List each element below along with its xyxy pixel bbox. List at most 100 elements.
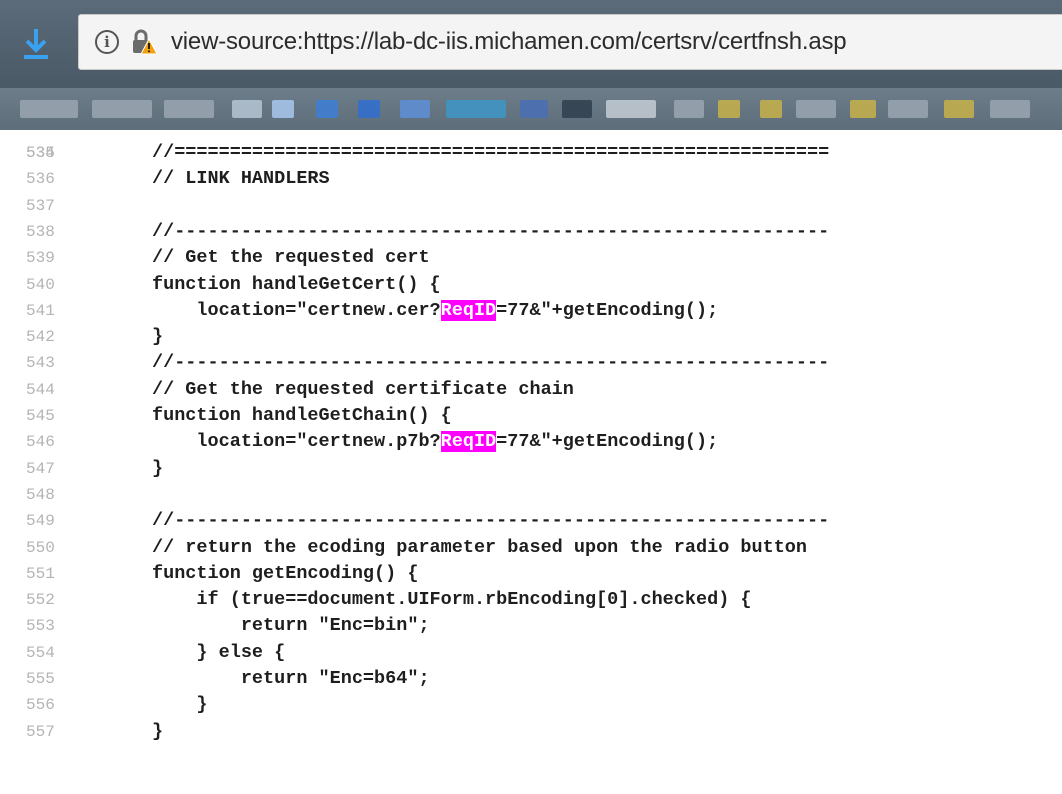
source-code: return "Enc=bin"; (152, 615, 430, 637)
line-number: 546 (26, 433, 55, 452)
line-number: 547 (26, 459, 55, 478)
source-line: 556 } (0, 692, 1062, 718)
source-code: } (152, 457, 164, 479)
source-line: 542} (0, 324, 1062, 350)
source-code: // LINK HANDLERS (152, 168, 330, 190)
line-number: 557 (26, 722, 55, 741)
source-code: if (true==document.UIForm.rbEncoding[0].… (152, 589, 752, 611)
browser-toolbar: i view-source:https://lab-dc-iis.michame… (0, 0, 1062, 88)
source-line: 549 //-----------------------------------… (0, 508, 1062, 534)
bookmark-item[interactable] (850, 100, 876, 118)
source-line: 535 //===================================… (0, 140, 1062, 166)
line-number: 545 (26, 407, 55, 425)
source-line: 541 location="certnew.cer?ReqID=77&"+get… (0, 298, 1062, 324)
search-highlight: ReqID (440, 431, 497, 453)
line-number: 542 (26, 328, 55, 347)
source-line: 551 function getEncoding() { (0, 561, 1062, 587)
source-line: 534 (0, 130, 1062, 162)
bookmark-item[interactable] (796, 100, 836, 118)
line-number: 535 (26, 144, 55, 162)
line-number: 548 (26, 485, 55, 504)
bookmark-item[interactable] (272, 100, 294, 118)
source-line: 545 function handleGetChain() { (0, 403, 1062, 429)
page-source-view: 534 535 //===============================… (0, 130, 1062, 794)
bookmark-item[interactable] (606, 100, 656, 118)
source-line: 546 location="certnew.p7b?ReqID=77&"+get… (0, 429, 1062, 455)
source-code: } (152, 326, 164, 348)
source-line: 548 (0, 482, 1062, 508)
bookmark-item[interactable] (888, 100, 928, 118)
source-line: 553 return "Enc=bin"; (0, 613, 1062, 639)
source-code: // Get the requested cert (152, 247, 430, 269)
source-code: } (152, 720, 164, 742)
insecure-lock-warning-icon[interactable] (129, 28, 157, 56)
line-number: 550 (26, 538, 55, 557)
source-code: //--------------------------------------… (152, 220, 830, 242)
line-number: 538 (26, 222, 55, 241)
line-number: 551 (26, 564, 55, 583)
bookmark-item[interactable] (520, 100, 548, 118)
source-line: 540 function handleGetCert() { (0, 272, 1062, 298)
bookmark-item[interactable] (562, 100, 592, 118)
bookmark-item[interactable] (718, 100, 740, 118)
source-line: 543 //-----------------------------------… (0, 350, 1062, 376)
source-code: //--------------------------------------… (152, 352, 830, 374)
line-number: 549 (26, 512, 55, 531)
line-number: 556 (26, 696, 55, 715)
line-number: 540 (26, 275, 55, 294)
bookmarks-bar (0, 88, 1062, 130)
line-number: 555 (26, 670, 55, 688)
source-line: 555 return "Enc=b64"; (0, 666, 1062, 692)
url-text: view-source:https://lab-dc-iis.michamen.… (171, 28, 847, 55)
source-line: 538 //-----------------------------------… (0, 219, 1062, 245)
info-icon[interactable]: i (95, 30, 119, 54)
source-code: } else { (152, 641, 286, 663)
line-number: 536 (26, 170, 55, 189)
source-line: 557} (0, 719, 1062, 745)
source-line: 544 // Get the requested certificate chai… (0, 377, 1062, 403)
line-number: 544 (26, 380, 55, 399)
bookmark-item[interactable] (760, 100, 782, 118)
source-code: // Get the requested certificate chain (152, 378, 574, 400)
source-code: function getEncoding() { (152, 562, 419, 584)
source-line: 536 // LINK HANDLERS (0, 166, 1062, 192)
source-line: 539 // Get the requested cert (0, 245, 1062, 271)
code-text: =77&"+getEncoding(); (496, 431, 719, 453)
line-number: 552 (26, 591, 55, 610)
bookmark-item[interactable] (674, 100, 704, 118)
line-number: 543 (26, 354, 55, 373)
source-line: 550 // return the ecoding parameter based… (0, 535, 1062, 561)
source-code: //======================================… (152, 142, 830, 163)
line-number: 537 (26, 196, 55, 215)
code-text: location="certnew.cer? (152, 299, 441, 321)
source-code: function handleGetCert() { (152, 273, 441, 295)
address-bar[interactable]: i view-source:https://lab-dc-iis.michame… (78, 14, 1062, 70)
bookmark-item[interactable] (232, 100, 262, 118)
source-line: 537 (0, 193, 1062, 219)
line-number: 553 (26, 617, 55, 636)
bookmark-item[interactable] (92, 100, 152, 118)
source-code: // return the ecoding parameter based up… (152, 536, 808, 558)
download-arrow-icon[interactable] (14, 22, 58, 66)
code-text: location="certnew.p7b? (152, 431, 441, 453)
source-line: 547} (0, 456, 1062, 482)
bookmark-item[interactable] (400, 100, 430, 118)
line-number: 541 (26, 301, 55, 320)
source-line: 554 } else { (0, 640, 1062, 666)
search-highlight: ReqID (440, 299, 497, 321)
line-number: 539 (26, 249, 55, 268)
bookmark-item[interactable] (990, 100, 1030, 118)
source-code: function handleGetChain() { (152, 405, 452, 426)
browser-window: i view-source:https://lab-dc-iis.michame… (0, 0, 1062, 794)
bookmark-item[interactable] (164, 100, 214, 118)
bookmark-item[interactable] (944, 100, 974, 118)
bookmark-item[interactable] (446, 100, 506, 118)
source-line: 552 if (true==document.UIForm.rbEncoding… (0, 587, 1062, 613)
code-text: =77&"+getEncoding(); (496, 299, 719, 321)
source-code: location="certnew.p7b?ReqID=77&"+getEnco… (152, 429, 718, 455)
source-code: location="certnew.cer?ReqID=77&"+getEnco… (152, 298, 718, 324)
bookmark-item[interactable] (358, 100, 380, 118)
bookmark-item[interactable] (316, 100, 338, 118)
source-code: } (152, 694, 208, 716)
bookmark-item[interactable] (20, 100, 78, 118)
